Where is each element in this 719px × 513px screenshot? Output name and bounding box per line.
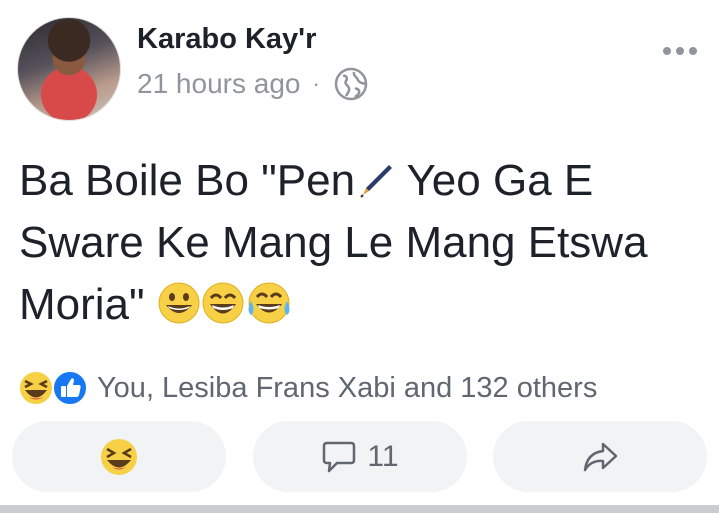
timestamp[interactable]: 21 hours ago — [137, 68, 300, 100]
post-text: Ba Boile Bo "Pen Yeo Ga E Sware Ke Mang … — [19, 150, 699, 336]
pen-icon — [360, 165, 393, 198]
reaction-summary-text[interactable]: You, Lesiba Frans Xabi and 132 others — [97, 372, 597, 405]
comment-button[interactable]: 11 — [253, 421, 467, 492]
like-reaction-icon — [52, 370, 88, 406]
share-button[interactable] — [493, 421, 707, 492]
post-meta: 21 hours ago · — [137, 67, 368, 101]
grinning-emoji — [158, 282, 200, 324]
laughing-emoji — [202, 282, 244, 324]
tears-of-joy-emoji — [248, 282, 290, 324]
haha-reaction-icon — [18, 370, 54, 406]
divider — [0, 505, 719, 513]
share-icon — [583, 442, 618, 471]
comment-count: 11 — [367, 439, 399, 473]
post-header: Karabo Kay'r 21 hours ago · — [17, 17, 707, 123]
globe-icon — [334, 67, 368, 101]
more-options-icon[interactable] — [663, 47, 697, 55]
post-text-part1: Ba Boile Bo "Pen — [19, 156, 356, 205]
reaction-summary[interactable]: You, Lesiba Frans Xabi and 132 others — [17, 368, 597, 408]
author-name[interactable]: Karabo Kay'r — [137, 23, 316, 56]
react-button[interactable] — [12, 421, 226, 492]
comment-icon — [323, 441, 356, 472]
meta-separator: · — [312, 71, 320, 96]
haha-reaction-icon — [101, 438, 137, 475]
avatar[interactable] — [17, 17, 121, 121]
